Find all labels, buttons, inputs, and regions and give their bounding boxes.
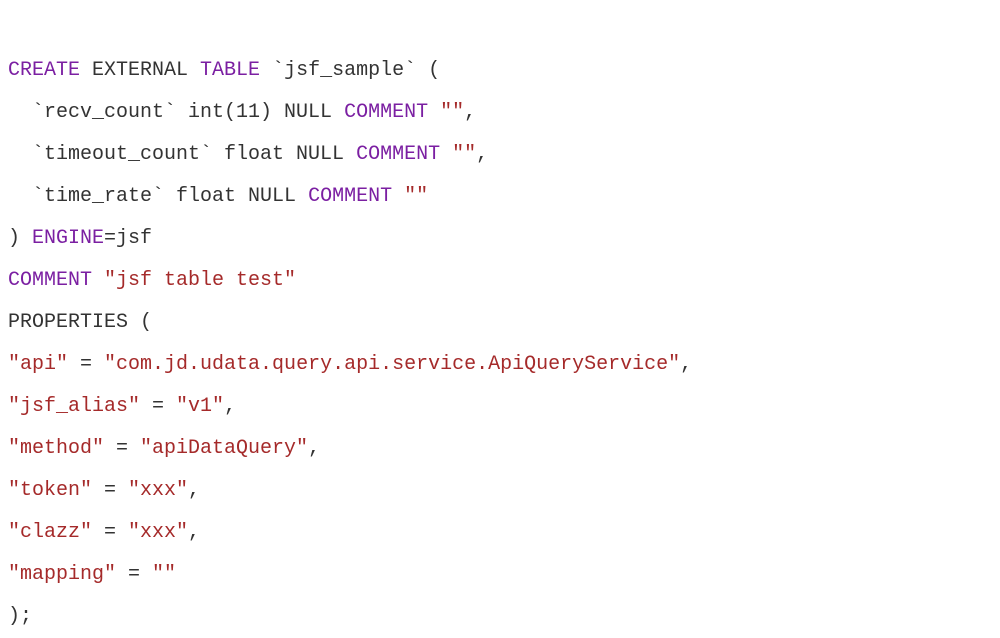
keyword-comment: COMMENT: [8, 269, 92, 292]
keyword-comment: COMMENT: [344, 101, 428, 124]
code-line: COMMENT "jsf table test": [8, 269, 296, 292]
properties-keyword: PROPERTIES (: [8, 311, 152, 334]
code-line: "api" = "com.jd.udata.query.api.service.…: [8, 353, 692, 376]
equals: =: [116, 563, 152, 586]
property-value: "xxx": [128, 479, 188, 502]
string-literal: "": [404, 185, 428, 208]
string-literal: "jsf table test": [104, 269, 296, 292]
text: [92, 269, 104, 292]
property-value: "apiDataQuery": [140, 437, 308, 460]
keyword-comment: COMMENT: [308, 185, 392, 208]
table-name: `jsf_sample` (: [260, 59, 440, 82]
comma: ,: [476, 143, 488, 166]
comma: ,: [188, 479, 200, 502]
text: [392, 185, 404, 208]
equals: =: [104, 437, 140, 460]
comma: ,: [308, 437, 320, 460]
column-def: `recv_count` int(11) NULL: [8, 101, 344, 124]
code-line: `recv_count` int(11) NULL COMMENT "",: [8, 101, 476, 124]
keyword-table: TABLE: [200, 59, 260, 82]
sql-code-block: CREATE EXTERNAL TABLE `jsf_sample` ( `re…: [8, 8, 992, 638]
keyword-create: CREATE: [8, 59, 80, 82]
code-line: "method" = "apiDataQuery",: [8, 437, 320, 460]
code-line: `timeout_count` float NULL COMMENT "",: [8, 143, 488, 166]
text: [440, 143, 452, 166]
equals: =: [92, 479, 128, 502]
string-literal: "": [452, 143, 476, 166]
keyword-engine: ENGINE: [32, 227, 104, 250]
property-value: "v1": [176, 395, 224, 418]
engine-value: =jsf: [104, 227, 152, 250]
property-key: "clazz": [8, 521, 92, 544]
code-line: "mapping" = "": [8, 563, 176, 586]
property-value: "xxx": [128, 521, 188, 544]
code-line: "token" = "xxx",: [8, 479, 200, 502]
code-line: `time_rate` float NULL COMMENT "": [8, 185, 428, 208]
code-line: "jsf_alias" = "v1",: [8, 395, 236, 418]
property-key: "method": [8, 437, 104, 460]
property-key: "jsf_alias": [8, 395, 140, 418]
keyword-comment: COMMENT: [356, 143, 440, 166]
close-stmt: );: [8, 605, 32, 628]
comma: ,: [680, 353, 692, 376]
property-key: "mapping": [8, 563, 116, 586]
property-key: "api": [8, 353, 68, 376]
property-key: "token": [8, 479, 92, 502]
code-line: CREATE EXTERNAL TABLE `jsf_sample` (: [8, 59, 440, 82]
comma: ,: [224, 395, 236, 418]
code-line: PROPERTIES (: [8, 311, 152, 334]
equals: =: [92, 521, 128, 544]
code-line: ) ENGINE=jsf: [8, 227, 152, 250]
text: [428, 101, 440, 124]
column-def: `timeout_count` float NULL: [8, 143, 356, 166]
property-value: "com.jd.udata.query.api.service.ApiQuery…: [104, 353, 680, 376]
equals: =: [68, 353, 104, 376]
text: EXTERNAL: [80, 59, 200, 82]
comma: ,: [188, 521, 200, 544]
property-value: "": [152, 563, 176, 586]
comma: ,: [464, 101, 476, 124]
equals: =: [140, 395, 176, 418]
column-def: `time_rate` float NULL: [8, 185, 308, 208]
code-line: "clazz" = "xxx",: [8, 521, 200, 544]
string-literal: "": [440, 101, 464, 124]
paren-close: ): [8, 227, 32, 250]
code-line: );: [8, 605, 32, 628]
